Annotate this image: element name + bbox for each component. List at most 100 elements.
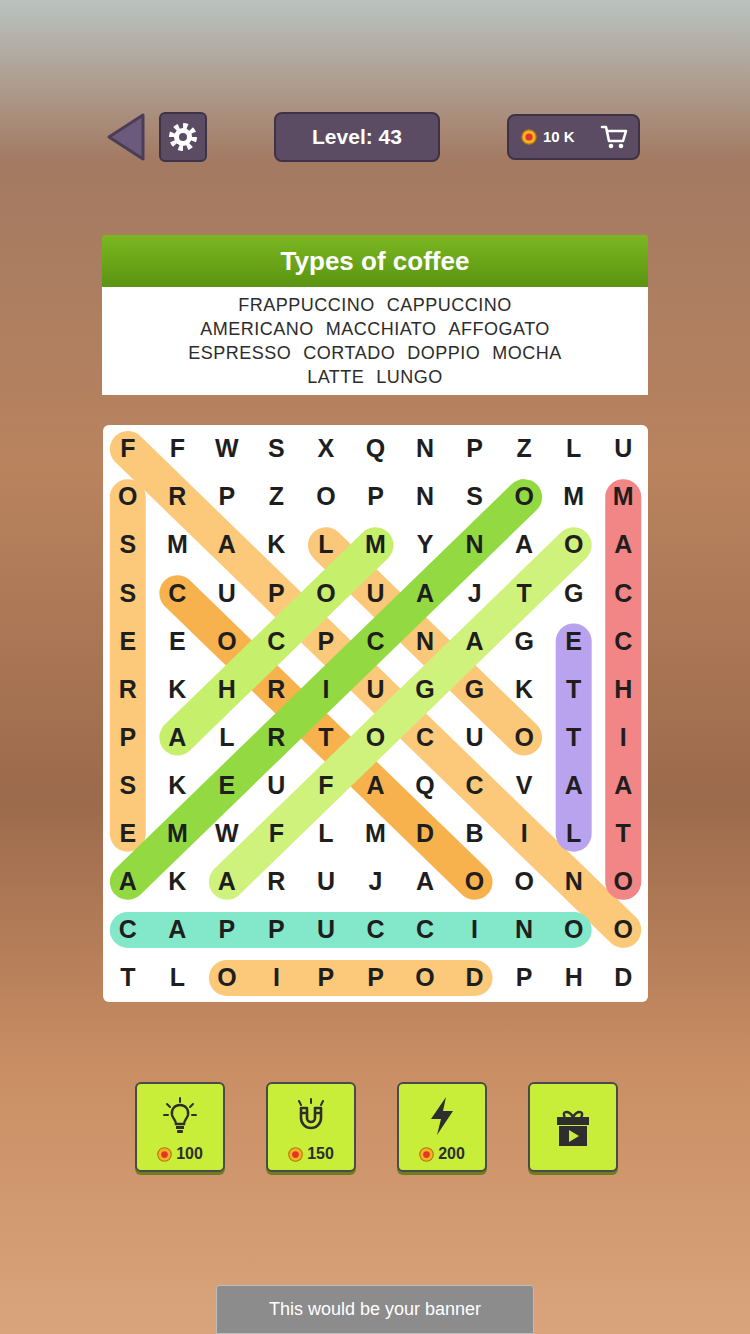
letter-cell[interactable]: L bbox=[549, 810, 599, 858]
letter-cell[interactable]: T bbox=[301, 713, 351, 761]
letter-cell[interactable]: S bbox=[252, 425, 302, 473]
letter-cell[interactable]: C bbox=[351, 906, 401, 954]
letter-cell[interactable]: T bbox=[549, 665, 599, 713]
letter-cell[interactable]: S bbox=[103, 762, 153, 810]
letter-cell[interactable]: Q bbox=[400, 762, 450, 810]
letter-cell[interactable]: F bbox=[252, 810, 302, 858]
letter-cell[interactable]: O bbox=[202, 954, 252, 1002]
letter-cell[interactable]: U bbox=[202, 569, 252, 617]
letter-cell[interactable]: K bbox=[153, 665, 203, 713]
letter-cell[interactable]: L bbox=[301, 521, 351, 569]
letter-cell[interactable]: C bbox=[153, 569, 203, 617]
letter-cell[interactable]: R bbox=[252, 713, 302, 761]
letter-cell[interactable]: Y bbox=[400, 521, 450, 569]
letter-cell[interactable]: N bbox=[549, 858, 599, 906]
letter-cell[interactable]: C bbox=[400, 906, 450, 954]
letter-cell[interactable]: I bbox=[598, 713, 648, 761]
letter-cell[interactable]: K bbox=[153, 762, 203, 810]
letter-cell[interactable]: U bbox=[450, 713, 500, 761]
letter-cell[interactable]: R bbox=[103, 665, 153, 713]
letter-cell[interactable]: O bbox=[351, 713, 401, 761]
letter-cell[interactable]: A bbox=[450, 617, 500, 665]
magnet-button[interactable]: 150 bbox=[266, 1082, 356, 1172]
letter-cell[interactable]: P bbox=[202, 906, 252, 954]
letter-cell[interactable]: R bbox=[252, 858, 302, 906]
letter-cell[interactable]: P bbox=[301, 954, 351, 1002]
letter-cell[interactable]: A bbox=[153, 713, 203, 761]
letter-cell[interactable]: M bbox=[598, 473, 648, 521]
letter-cell[interactable]: O bbox=[103, 473, 153, 521]
letter-cell[interactable]: F bbox=[301, 762, 351, 810]
letter-cell[interactable]: B bbox=[450, 810, 500, 858]
letter-cell[interactable]: H bbox=[549, 954, 599, 1002]
settings-button[interactable] bbox=[159, 112, 207, 162]
letter-cell[interactable]: O bbox=[549, 906, 599, 954]
letter-cell[interactable]: G bbox=[450, 665, 500, 713]
letter-cell[interactable]: A bbox=[598, 521, 648, 569]
letter-cell[interactable]: W bbox=[202, 810, 252, 858]
letter-cell[interactable]: P bbox=[351, 954, 401, 1002]
letter-cell[interactable]: U bbox=[301, 906, 351, 954]
letter-cell[interactable]: C bbox=[252, 617, 302, 665]
letter-cell[interactable]: J bbox=[351, 858, 401, 906]
letter-cell[interactable]: E bbox=[103, 810, 153, 858]
letter-cell[interactable]: P bbox=[499, 954, 549, 1002]
letter-cell[interactable]: R bbox=[252, 665, 302, 713]
letter-cell[interactable]: X bbox=[301, 425, 351, 473]
letter-cell[interactable]: L bbox=[153, 954, 203, 1002]
letter-cell[interactable]: J bbox=[450, 569, 500, 617]
letter-cell[interactable]: O bbox=[598, 858, 648, 906]
letter-cell[interactable]: T bbox=[549, 713, 599, 761]
letter-cell[interactable]: Z bbox=[499, 425, 549, 473]
letter-cell[interactable]: P bbox=[202, 473, 252, 521]
letter-cell[interactable]: W bbox=[202, 425, 252, 473]
hint-button[interactable]: 100 bbox=[135, 1082, 225, 1172]
letter-cell[interactable]: E bbox=[549, 617, 599, 665]
letter-cell[interactable]: D bbox=[400, 810, 450, 858]
letter-cell[interactable]: N bbox=[400, 473, 450, 521]
letter-cell[interactable]: G bbox=[549, 569, 599, 617]
letter-cell[interactable]: L bbox=[202, 713, 252, 761]
gift-button[interactable] bbox=[528, 1082, 618, 1172]
letter-cell[interactable]: M bbox=[153, 521, 203, 569]
letter-cell[interactable]: R bbox=[153, 473, 203, 521]
letter-cell[interactable]: U bbox=[301, 858, 351, 906]
letter-cell[interactable]: I bbox=[450, 906, 500, 954]
letter-cell[interactable]: T bbox=[103, 954, 153, 1002]
letter-cell[interactable]: M bbox=[549, 473, 599, 521]
letter-cell[interactable]: P bbox=[351, 473, 401, 521]
letter-cell[interactable]: Z bbox=[252, 473, 302, 521]
letter-cell[interactable]: E bbox=[202, 762, 252, 810]
letter-cell[interactable]: K bbox=[252, 521, 302, 569]
ad-banner[interactable]: This would be your banner bbox=[216, 1285, 534, 1334]
letter-cell[interactable]: P bbox=[252, 569, 302, 617]
letter-grid[interactable]: FFWSXQNPZLUORPZOPNSOMMSMAKLMYNAOASCUPOUA… bbox=[103, 425, 648, 1002]
letter-cell[interactable]: L bbox=[301, 810, 351, 858]
letter-cell[interactable]: I bbox=[499, 810, 549, 858]
letter-cell[interactable]: F bbox=[103, 425, 153, 473]
letter-cell[interactable]: S bbox=[450, 473, 500, 521]
letter-cell[interactable]: A bbox=[351, 762, 401, 810]
letter-cell[interactable]: U bbox=[351, 665, 401, 713]
letter-cell[interactable]: U bbox=[252, 762, 302, 810]
letter-cell[interactable]: E bbox=[103, 617, 153, 665]
letter-cell[interactable]: A bbox=[202, 521, 252, 569]
lightning-button[interactable]: 200 bbox=[397, 1082, 487, 1172]
letter-cell[interactable]: D bbox=[598, 954, 648, 1002]
letter-cell[interactable]: U bbox=[351, 569, 401, 617]
letter-cell[interactable]: C bbox=[598, 617, 648, 665]
letter-cell[interactable]: A bbox=[400, 858, 450, 906]
letter-cell[interactable]: A bbox=[598, 762, 648, 810]
letter-cell[interactable]: T bbox=[598, 810, 648, 858]
letter-cell[interactable]: M bbox=[351, 521, 401, 569]
letter-cell[interactable]: F bbox=[153, 425, 203, 473]
letter-cell[interactable]: C bbox=[351, 617, 401, 665]
letter-cell[interactable]: A bbox=[499, 521, 549, 569]
letter-cell[interactable]: T bbox=[499, 569, 549, 617]
letter-cell[interactable]: O bbox=[499, 713, 549, 761]
letter-cell[interactable]: A bbox=[103, 858, 153, 906]
letter-cell[interactable]: K bbox=[153, 858, 203, 906]
back-arrow-icon[interactable] bbox=[105, 112, 147, 162]
letter-cell[interactable]: U bbox=[598, 425, 648, 473]
letter-cell[interactable]: A bbox=[153, 906, 203, 954]
